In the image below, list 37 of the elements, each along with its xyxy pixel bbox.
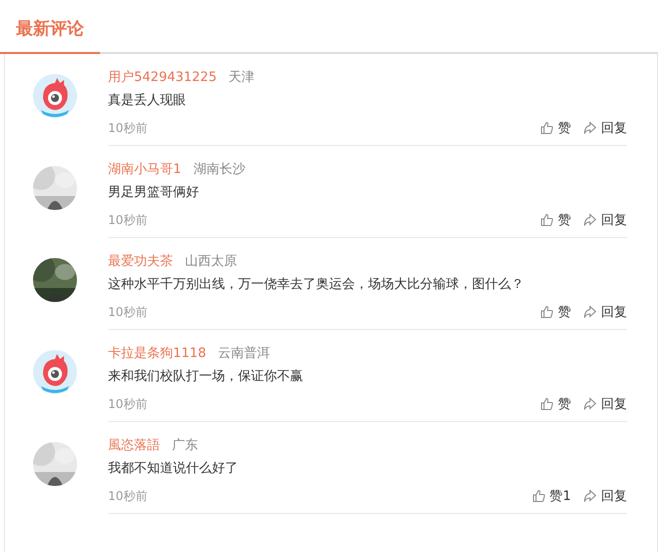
share-arrow-icon [583, 397, 597, 411]
reply-button[interactable]: 回复 [583, 303, 627, 321]
location: 云南普洱 [218, 344, 270, 363]
share-arrow-icon [583, 213, 597, 227]
like-button[interactable]: 赞 [540, 119, 571, 137]
thumbs-up-icon [540, 121, 554, 135]
location: 天津 [228, 69, 255, 87]
location: 山西太原 [185, 253, 237, 271]
location: 湖南长沙 [193, 161, 246, 179]
comment-text: 我都不知道说什么好了 [108, 460, 239, 478]
comment-text: 真是丢人现眼 [108, 92, 187, 110]
timestamp: 10秒前 [108, 396, 148, 413]
thumbs-up-icon [540, 397, 554, 411]
timestamp: 10秒前 [108, 304, 148, 321]
thumbs-up-icon [540, 305, 554, 319]
thumbs-up-icon [540, 213, 554, 227]
share-arrow-icon [583, 305, 597, 319]
timestamp: 10秒前 [108, 488, 148, 505]
like-button[interactable]: 赞 [540, 211, 571, 229]
location: 广东 [172, 437, 198, 455]
like-button[interactable]: 赞 [540, 395, 571, 413]
like-button[interactable]: 赞 [540, 303, 571, 321]
reply-button[interactable]: 回复 [583, 211, 627, 229]
reply-button[interactable]: 回复 [583, 119, 627, 137]
comment-text: 男足男篮哥俩好 [108, 184, 200, 202]
thumbs-up-icon [532, 489, 546, 503]
avatar-icon [33, 74, 77, 118]
comment-text: 这种水平千万别出线，万一侥幸去了奥运会，场场大比分输球，图什么？ [108, 276, 525, 294]
comment-text: 来和我们校队打一场，保证你不赢 [108, 368, 304, 386]
share-arrow-icon [583, 121, 597, 135]
avatar-icon [33, 350, 77, 394]
reply-button[interactable]: 回复 [583, 487, 627, 505]
reply-button[interactable]: 回复 [583, 395, 627, 413]
like-button[interactable]: 赞1 [532, 487, 571, 505]
timestamp: 10秒前 [108, 120, 148, 137]
share-arrow-icon [583, 489, 597, 503]
timestamp: 10秒前 [108, 212, 148, 229]
